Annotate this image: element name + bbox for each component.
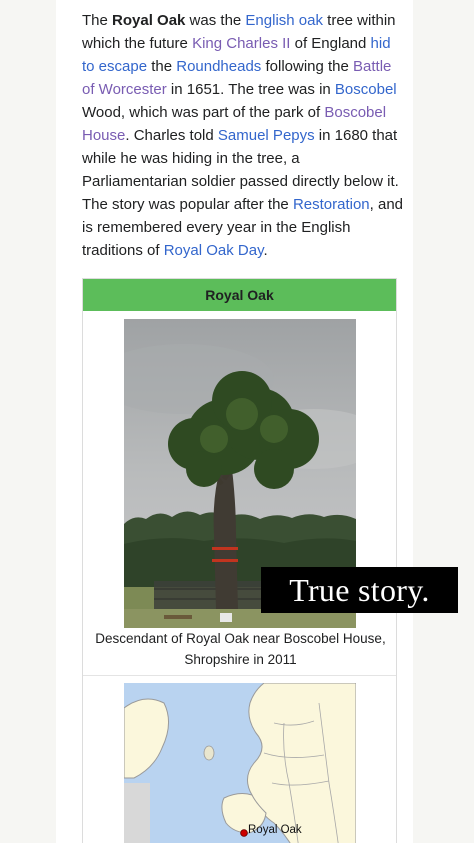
link-restoration[interactable]: Restoration [293, 196, 370, 213]
link-king-charles-ii[interactable]: King Charles II [192, 35, 290, 52]
infobox-title: Royal Oak [83, 279, 396, 311]
article-paragraph: The Royal Oak was the English oak tree w… [82, 12, 404, 259]
link-boscobel-wood[interactable]: Boscobel [335, 81, 397, 98]
link-samuel-pepys[interactable]: Samuel Pepys [218, 127, 315, 144]
article-subject: Royal Oak [112, 12, 186, 29]
location-map[interactable]: Royal Oak [124, 683, 356, 843]
infobox-divider [83, 675, 396, 676]
infobox: Royal Oak Descendant of Royal Oak near B… [82, 278, 397, 843]
story-overlay-text: True story. [261, 567, 458, 613]
link-royal-oak-day[interactable]: Royal Oak Day [164, 242, 264, 259]
link-roundheads[interactable]: Roundheads [176, 58, 261, 75]
photo-caption: Descendant of Royal Oak near Boscobel Ho… [95, 631, 386, 667]
map-location-label: Royal Oak [248, 824, 302, 836]
link-english-oak[interactable]: English oak [245, 12, 323, 29]
